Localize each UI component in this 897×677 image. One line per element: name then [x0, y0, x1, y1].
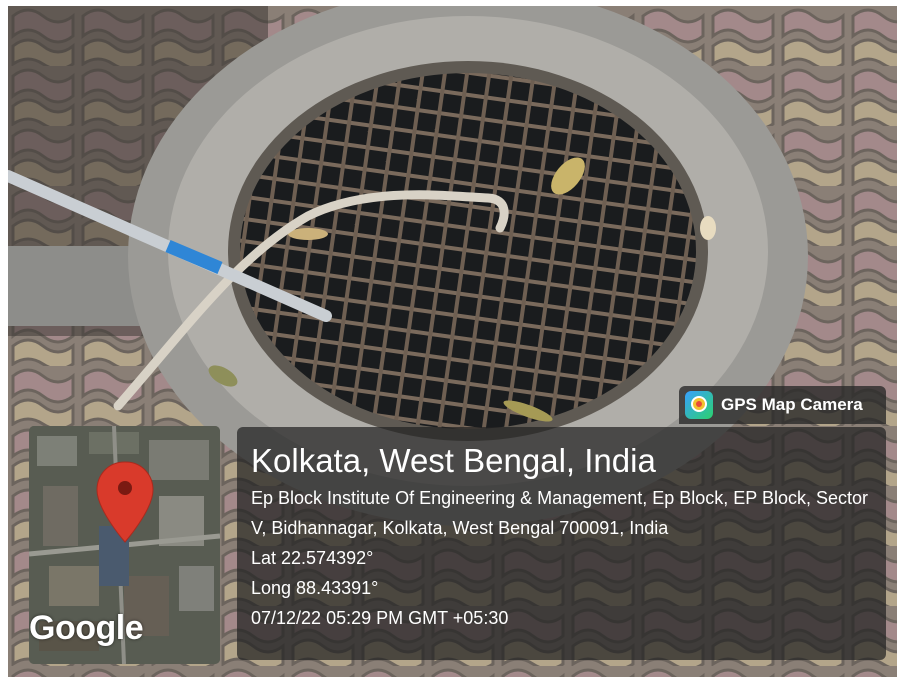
- location-info-panel: Kolkata, West Bengal, India Ep Block Ins…: [237, 427, 886, 660]
- latitude-text: Lat 22.574392°: [251, 548, 374, 568]
- longitude-text: Long 88.43391°: [251, 578, 379, 598]
- location-address: Ep Block Institute Of Engineering & Mana…: [251, 488, 868, 538]
- location-title: Kolkata, West Bengal, India: [251, 442, 656, 479]
- gps-map-camera-icon: [685, 391, 713, 419]
- gps-app-label: GPS Map Camera: [721, 395, 863, 414]
- gps-map-camera-tag: GPS Map Camera: [679, 386, 886, 424]
- google-map-brand: Google: [29, 609, 144, 647]
- datetime-text: 07/12/22 05:29 PM GMT +05:30: [251, 608, 509, 628]
- map-thumbnail[interactable]: Google: [29, 426, 220, 664]
